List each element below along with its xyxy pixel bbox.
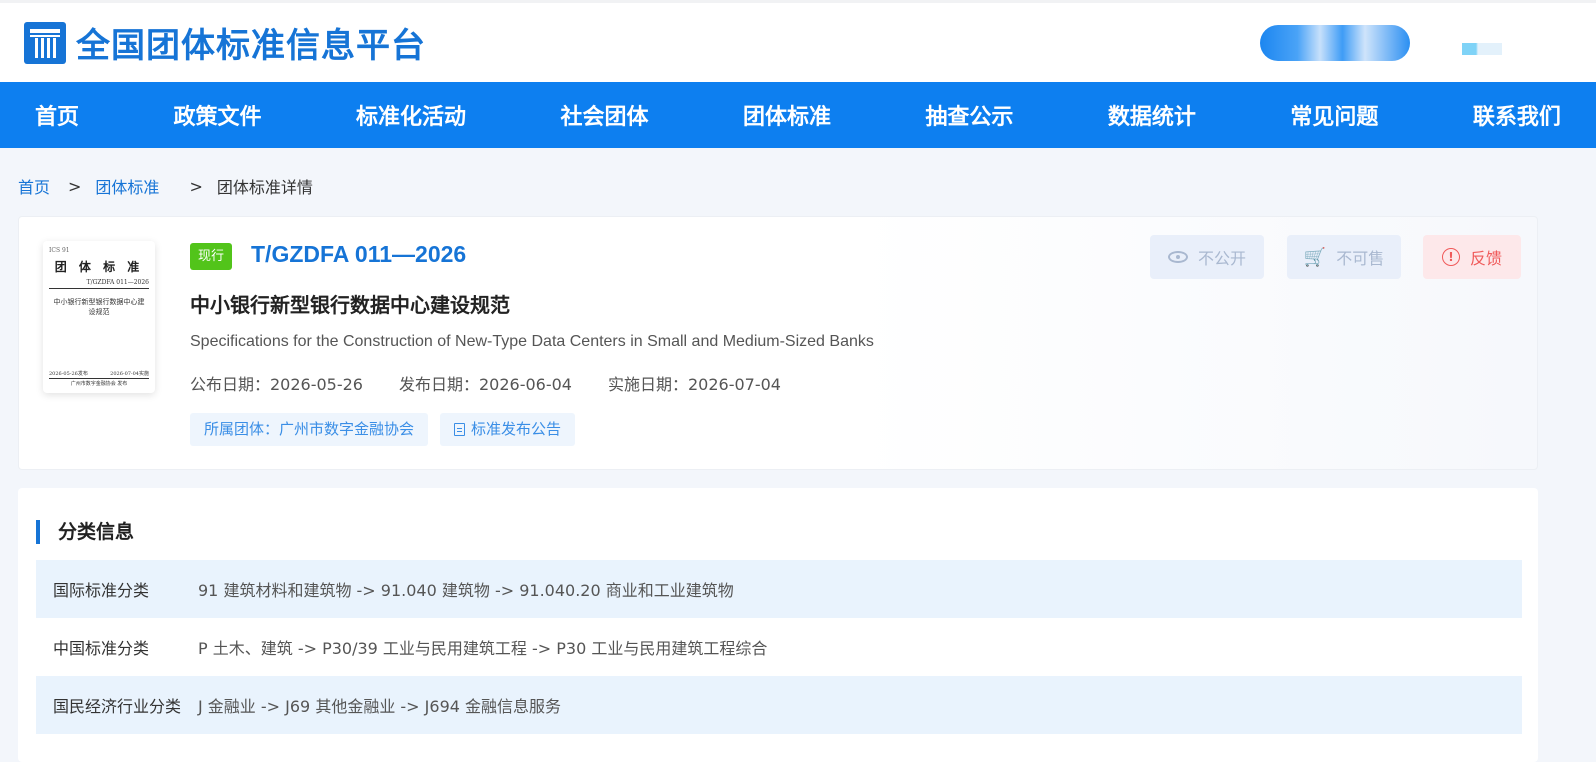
cover-publisher: 广州市数字金融协会 发布: [70, 381, 128, 387]
table-row: 中国标准分类 P 土木、建筑 -> P30/39 工业与民用建筑工程 -> P3…: [36, 618, 1522, 676]
alert-icon: !: [1441, 248, 1460, 266]
breadcrumb-separator: >: [189, 176, 203, 196]
standard-chips: 所属团体：广州市数字金融协会 标准发布公告: [190, 413, 587, 446]
not-public-button[interactable]: 不公开: [1150, 235, 1264, 279]
publish-notice-label: 标准发布公告: [471, 420, 562, 438]
nav-item-statistics[interactable]: 数据统计: [1093, 99, 1211, 131]
table-row: 国际标准分类 91 建筑材料和建筑物 -> 91.040 建筑物 -> 91.0…: [36, 560, 1522, 618]
nav-item-policy[interactable]: 政策文件: [158, 99, 276, 131]
nav-item-contact[interactable]: 联系我们: [1458, 99, 1576, 131]
cover-eff-date: 2026-07-04实施: [110, 371, 149, 377]
document-icon: [454, 423, 466, 436]
cover-pub-date: 2026-05-26发布: [49, 371, 88, 377]
publish-date: 发布日期：2026-06-04: [399, 375, 572, 394]
standard-english-title: Specifications for the Construction of N…: [190, 333, 874, 350]
classification-label: 国际标准分类: [53, 581, 150, 600]
classification-card: 分类信息 国际标准分类 91 建筑材料和建筑物 -> 91.040 建筑物 ->…: [18, 488, 1538, 762]
table-row: 国民经济行业分类 J 金融业 -> J69 其他金融业 -> J694 金融信息…: [36, 676, 1522, 734]
standard-title: 中小银行新型银行数据中心建设规范: [190, 293, 510, 317]
cover-ics: ICS 91: [49, 247, 70, 254]
nav-item-faq[interactable]: 常见问题: [1275, 99, 1393, 131]
site-header: 全国团体标准信息平台: [0, 3, 1596, 82]
standard-code: T/GZDFA 011—2026: [251, 241, 467, 267]
effective-date: 实施日期：2026-07-04: [608, 375, 781, 394]
nav-item-home[interactable]: 首页: [20, 99, 94, 131]
breadcrumb-standards-link[interactable]: 团体标准: [95, 174, 159, 198]
cover-dates: 2026-05-26发布 2026-07-04实施: [49, 370, 149, 379]
eye-icon: [1167, 251, 1188, 263]
publish-notice-chip[interactable]: 标准发布公告: [440, 413, 576, 446]
site-title[interactable]: 全国团体标准信息平台: [76, 18, 426, 67]
nav-item-organizations[interactable]: 社会团体: [545, 99, 663, 131]
classification-label: 中国标准分类: [53, 639, 150, 658]
cover-code: T/GZDFA 011—2026: [49, 279, 149, 289]
feedback-button[interactable]: ! 反馈: [1423, 235, 1521, 279]
not-public-label: 不公开: [1197, 249, 1246, 268]
announce-date: 公布日期：2026-05-26: [190, 375, 363, 394]
breadcrumb-separator: >: [68, 176, 82, 196]
cart-icon: 🛒: [1303, 246, 1327, 268]
cover-heading: 团 体 标 准: [54, 260, 144, 274]
classification-value: 91 建筑材料和建筑物 -> 91.040 建筑物 -> 91.040.20 商…: [198, 581, 734, 600]
standard-cover-thumbnail[interactable]: ICS 91 团 体 标 准 T/GZDFA 011—2026 中小银行新型银行…: [43, 241, 155, 393]
section-title: 分类信息: [36, 520, 134, 544]
feedback-label: 反馈: [1469, 249, 1502, 268]
status-badge: 现行: [190, 243, 233, 270]
classification-label: 国民经济行业分类: [53, 697, 182, 716]
classification-value: J 金融业 -> J69 其他金融业 -> J694 金融信息服务: [198, 697, 562, 716]
not-for-sale-label: 不可售: [1336, 249, 1385, 268]
standard-dates: 公布日期：2026-05-26 发布日期：2026-06-04 实施日期：202…: [190, 371, 817, 395]
not-for-sale-button[interactable]: 🛒 不可售: [1287, 235, 1401, 279]
breadcrumb-home-link[interactable]: 首页: [18, 174, 50, 198]
classification-value: P 土木、建筑 -> P30/39 工业与民用建筑工程 -> P30 工业与民用…: [198, 639, 768, 658]
user-account-button[interactable]: [1260, 25, 1410, 61]
platform-logo-icon[interactable]: [24, 21, 66, 64]
organization-chip[interactable]: 所属团体：广州市数字金融协会: [190, 413, 429, 446]
cover-name: 中小银行新型银行数据中心建设规范: [53, 298, 145, 316]
main-nav: 首页 政策文件 标准化活动 社会团体 团体标准 抽查公示 数据统计 常见问题 联…: [0, 82, 1596, 148]
breadcrumb: 首页 > 团体标准 > 团体标准详情: [0, 148, 1596, 224]
nav-item-inspection[interactable]: 抽查公示: [910, 99, 1028, 131]
nav-item-standards[interactable]: 团体标准: [728, 99, 846, 131]
nav-item-activities[interactable]: 标准化活动: [341, 99, 481, 131]
breadcrumb-current: 团体标准详情: [216, 178, 313, 197]
user-info-blurred[interactable]: [1462, 43, 1502, 55]
standard-detail-card: ICS 91 团 体 标 准 T/GZDFA 011—2026 中小银行新型银行…: [18, 216, 1538, 470]
